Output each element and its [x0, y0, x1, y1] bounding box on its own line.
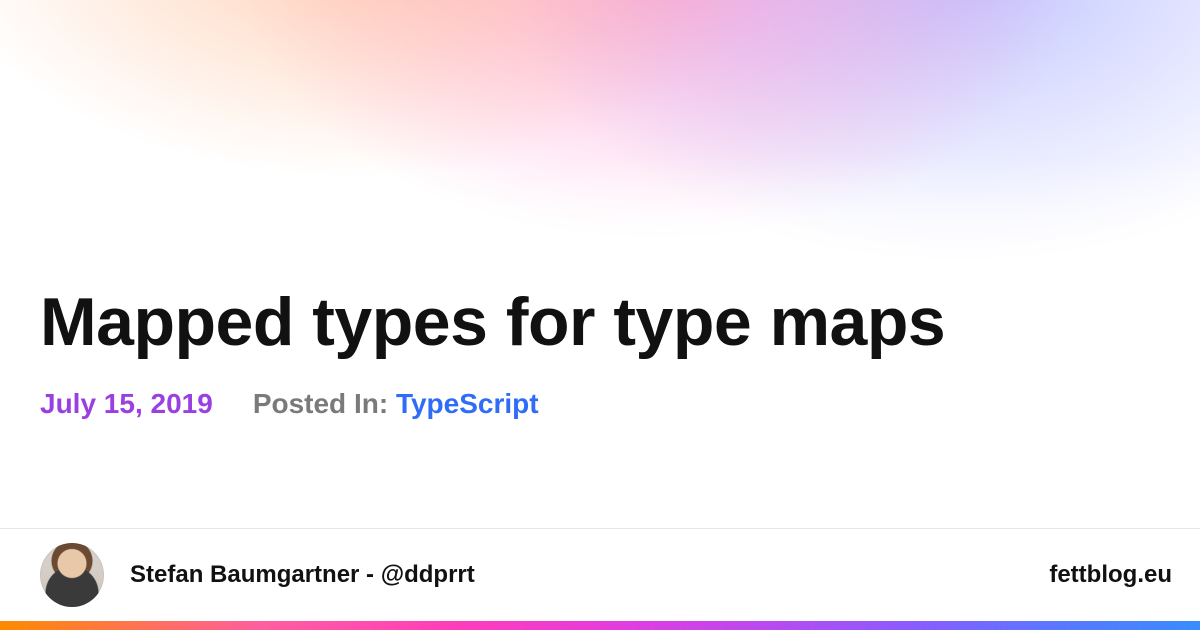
accent-stripe — [0, 621, 1200, 630]
author-block: Stefan Baumgartner - @ddprrt — [40, 543, 475, 607]
post-header: Mapped types for type maps July 15, 2019… — [40, 285, 1160, 420]
avatar — [40, 543, 104, 607]
post-title: Mapped types for type maps — [40, 285, 1160, 360]
post-meta: July 15, 2019 Posted In: TypeScript — [40, 388, 1160, 420]
social-card: Mapped types for type maps July 15, 2019… — [0, 0, 1200, 630]
posted-in-label: Posted In: — [253, 388, 388, 419]
post-tag-link[interactable]: TypeScript — [396, 388, 539, 419]
footer-inner: Stefan Baumgartner - @ddprrt fettblog.eu — [0, 529, 1200, 621]
post-date: July 15, 2019 — [40, 388, 213, 420]
card-footer: Stefan Baumgartner - @ddprrt fettblog.eu — [0, 528, 1200, 630]
site-name: fettblog.eu — [1049, 561, 1172, 589]
author-name: Stefan Baumgartner - @ddprrt — [130, 561, 475, 589]
posted-in: Posted In: TypeScript — [253, 388, 539, 420]
